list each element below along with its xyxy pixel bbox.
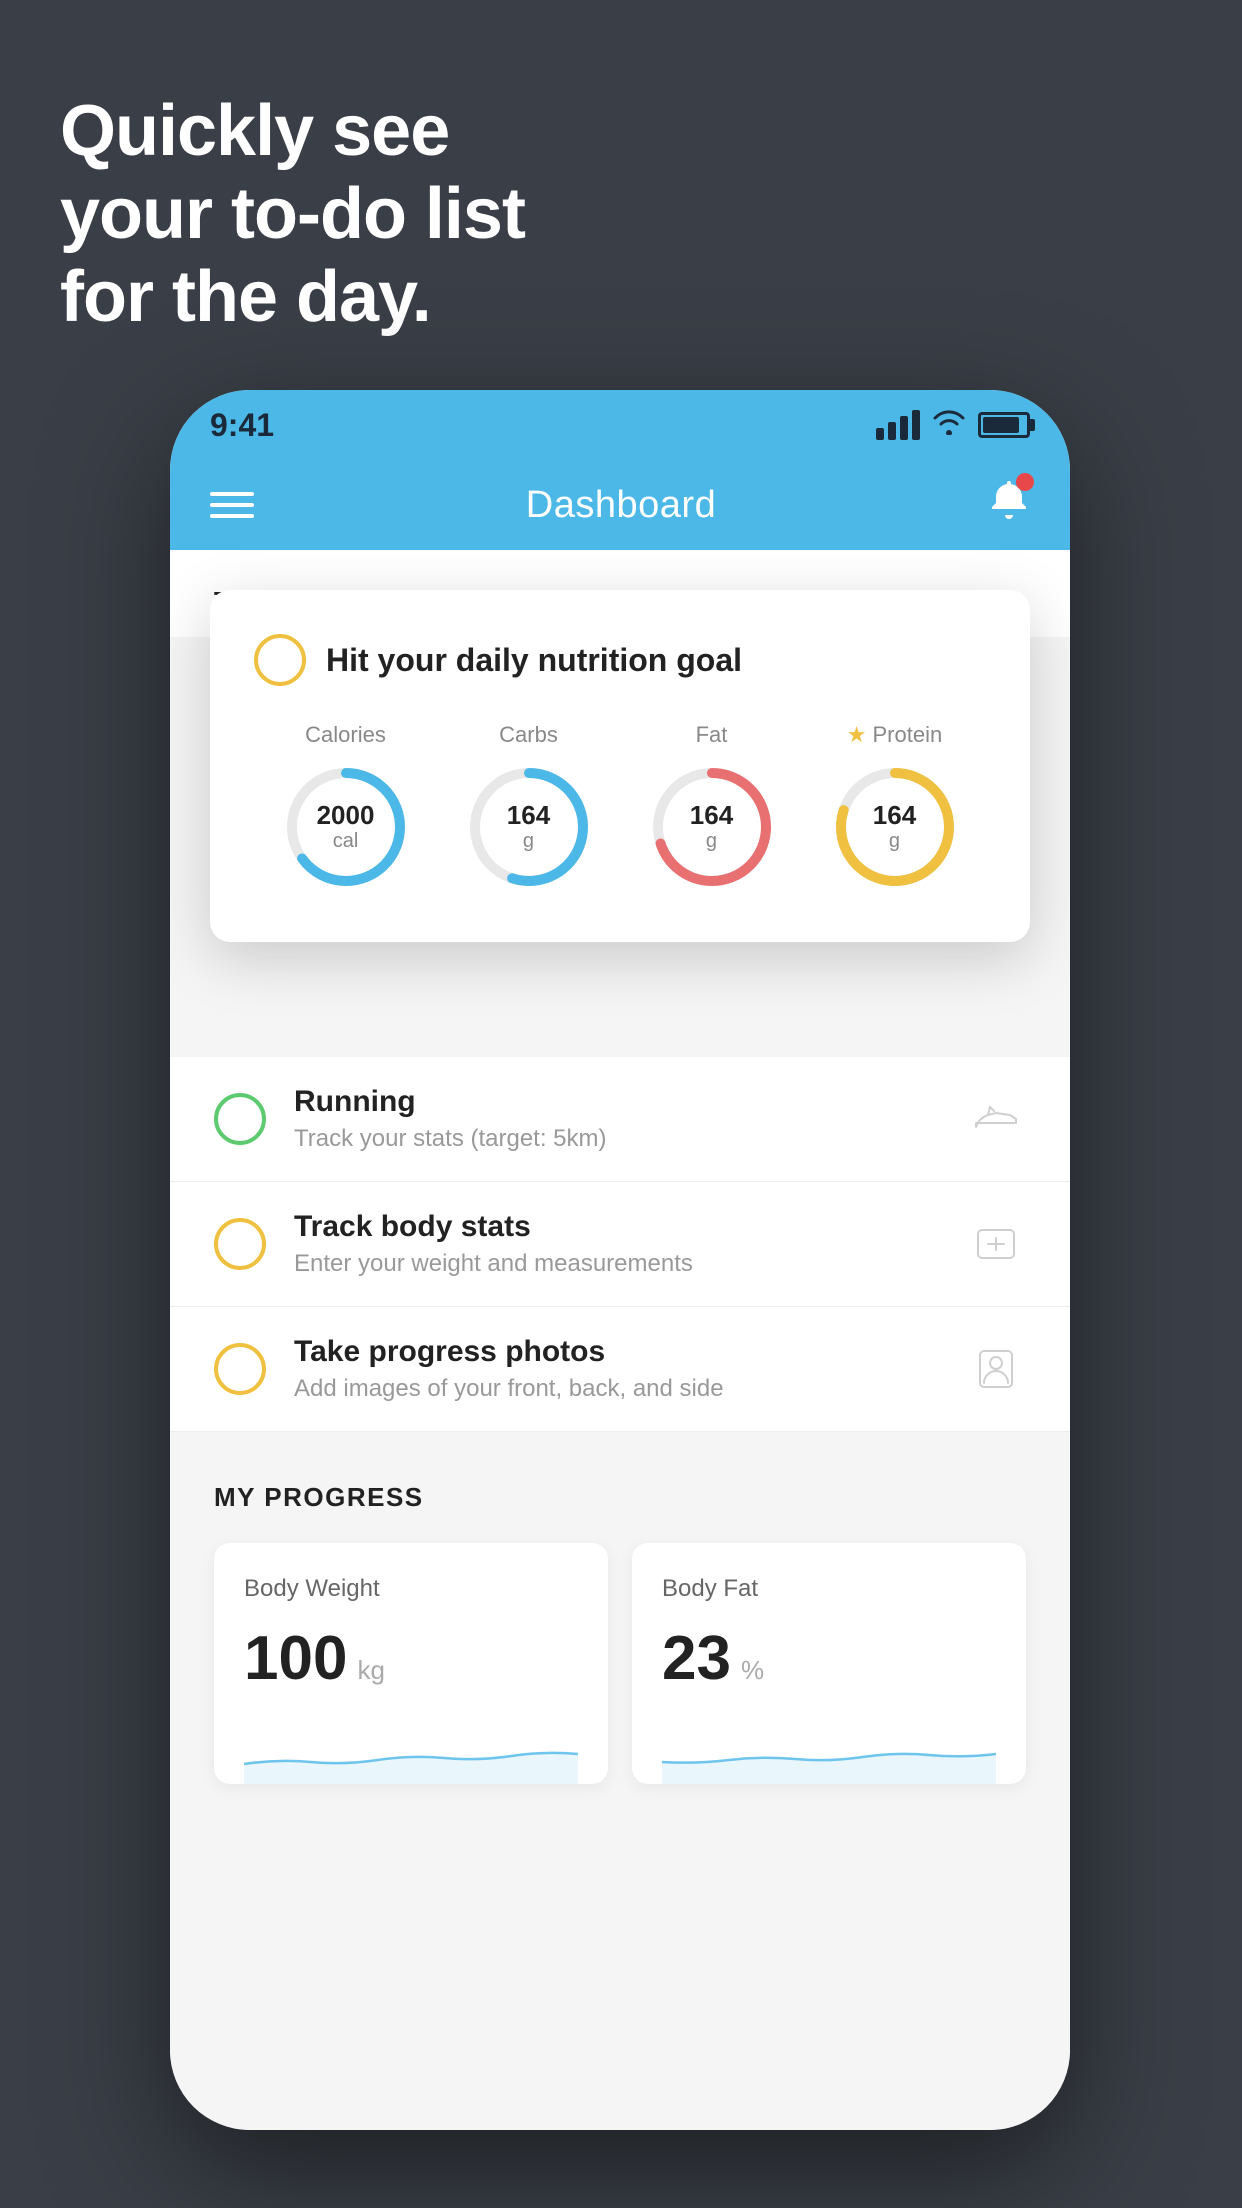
todo-photos[interactable]: Take progress photos Add images of your … <box>170 1307 1070 1432</box>
notification-badge <box>1016 473 1034 491</box>
fat-ring: 164 g <box>647 762 777 892</box>
protein-label: ★ Protein <box>847 722 942 748</box>
body-weight-unit: kg <box>357 1655 384 1686</box>
body-weight-value-row: 100 kg <box>244 1623 578 1694</box>
body-fat-card: Body Fat 23 % <box>632 1543 1026 1784</box>
photos-title: Take progress photos <box>294 1335 966 1369</box>
calories-ring: 2000 cal <box>281 762 411 892</box>
nutrition-calories: Calories 2000 cal <box>281 722 411 892</box>
running-title: Running <box>294 1085 966 1119</box>
body-weight-title: Body Weight <box>244 1575 578 1603</box>
hero-line2: your to-do list <box>60 173 525 256</box>
body-weight-chart <box>244 1724 578 1784</box>
body-fat-value: 23 <box>662 1623 731 1694</box>
status-bar: 9:41 <box>170 390 1070 460</box>
todo-list: Running Track your stats (target: 5km) T… <box>170 1057 1070 1432</box>
bodystats-check-circle <box>214 1218 266 1270</box>
hero-text: Quickly see your to-do list for the day. <box>60 90 525 338</box>
bodystats-title: Track body stats <box>294 1210 966 1244</box>
running-subtitle: Track your stats (target: 5km) <box>294 1125 966 1153</box>
bodystats-subtitle: Enter your weight and measurements <box>294 1250 966 1278</box>
scale-icon <box>966 1214 1026 1274</box>
protein-unit: g <box>873 830 916 853</box>
progress-cards: Body Weight 100 kg Body Fat <box>214 1543 1026 1784</box>
hamburger-button[interactable] <box>210 492 254 518</box>
calories-label: Calories <box>305 722 386 748</box>
photos-subtitle: Add images of your front, back, and side <box>294 1375 966 1403</box>
person-icon <box>966 1339 1026 1399</box>
card-title-row: Hit your daily nutrition goal <box>254 634 986 686</box>
progress-title: MY PROGRESS <box>214 1482 1026 1513</box>
nutrition-fat: Fat 164 g <box>647 722 777 892</box>
fat-label: Fat <box>696 722 728 748</box>
signal-icon <box>876 410 920 440</box>
body-fat-unit: % <box>741 1655 764 1686</box>
running-text: Running Track your stats (target: 5km) <box>294 1085 966 1153</box>
carbs-value: 164 <box>507 801 550 830</box>
calories-unit: cal <box>317 830 375 853</box>
nutrition-card: Hit your daily nutrition goal Calories 2… <box>210 590 1030 942</box>
photos-text: Take progress photos Add images of your … <box>294 1335 966 1403</box>
carbs-unit: g <box>507 830 550 853</box>
fat-unit: g <box>690 830 733 853</box>
protein-ring: 164 g <box>830 762 960 892</box>
fat-value: 164 <box>690 801 733 830</box>
todo-running[interactable]: Running Track your stats (target: 5km) <box>170 1057 1070 1182</box>
nutrition-card-title: Hit your daily nutrition goal <box>326 642 742 679</box>
nutrition-check-circle <box>254 634 306 686</box>
nav-bar: Dashboard <box>170 460 1070 550</box>
nutrition-circles: Calories 2000 cal Carbs <box>254 722 986 892</box>
todo-body-stats[interactable]: Track body stats Enter your weight and m… <box>170 1182 1070 1307</box>
battery-icon <box>978 412 1030 438</box>
photos-check-circle <box>214 1343 266 1395</box>
nav-title: Dashboard <box>526 484 716 527</box>
phone-content: THINGS TO DO TODAY Hit your daily nutrit… <box>170 550 1070 2130</box>
wifi-icon <box>932 409 966 442</box>
body-weight-card: Body Weight 100 kg <box>214 1543 608 1784</box>
protein-value: 164 <box>873 801 916 830</box>
body-weight-value: 100 <box>244 1623 347 1694</box>
body-fat-title: Body Fat <box>662 1575 996 1603</box>
notification-button[interactable] <box>988 477 1030 533</box>
status-icons <box>876 409 1030 442</box>
calories-value: 2000 <box>317 801 375 830</box>
bodystats-text: Track body stats Enter your weight and m… <box>294 1210 966 1278</box>
hero-line3: for the day. <box>60 256 525 339</box>
body-fat-chart <box>662 1724 996 1784</box>
carbs-ring: 164 g <box>464 762 594 892</box>
hero-line1: Quickly see <box>60 90 525 173</box>
body-fat-value-row: 23 % <box>662 1623 996 1694</box>
running-check-circle <box>214 1093 266 1145</box>
progress-section: MY PROGRESS Body Weight 100 kg <box>170 1432 1070 1814</box>
nutrition-protein: ★ Protein 164 g <box>830 722 960 892</box>
shoe-icon <box>966 1089 1026 1149</box>
nutrition-carbs: Carbs 164 g <box>464 722 594 892</box>
star-icon: ★ <box>847 722 867 748</box>
phone-frame: 9:41 Dashboard <box>170 390 1070 2130</box>
status-time: 9:41 <box>210 407 274 444</box>
carbs-label: Carbs <box>499 722 558 748</box>
